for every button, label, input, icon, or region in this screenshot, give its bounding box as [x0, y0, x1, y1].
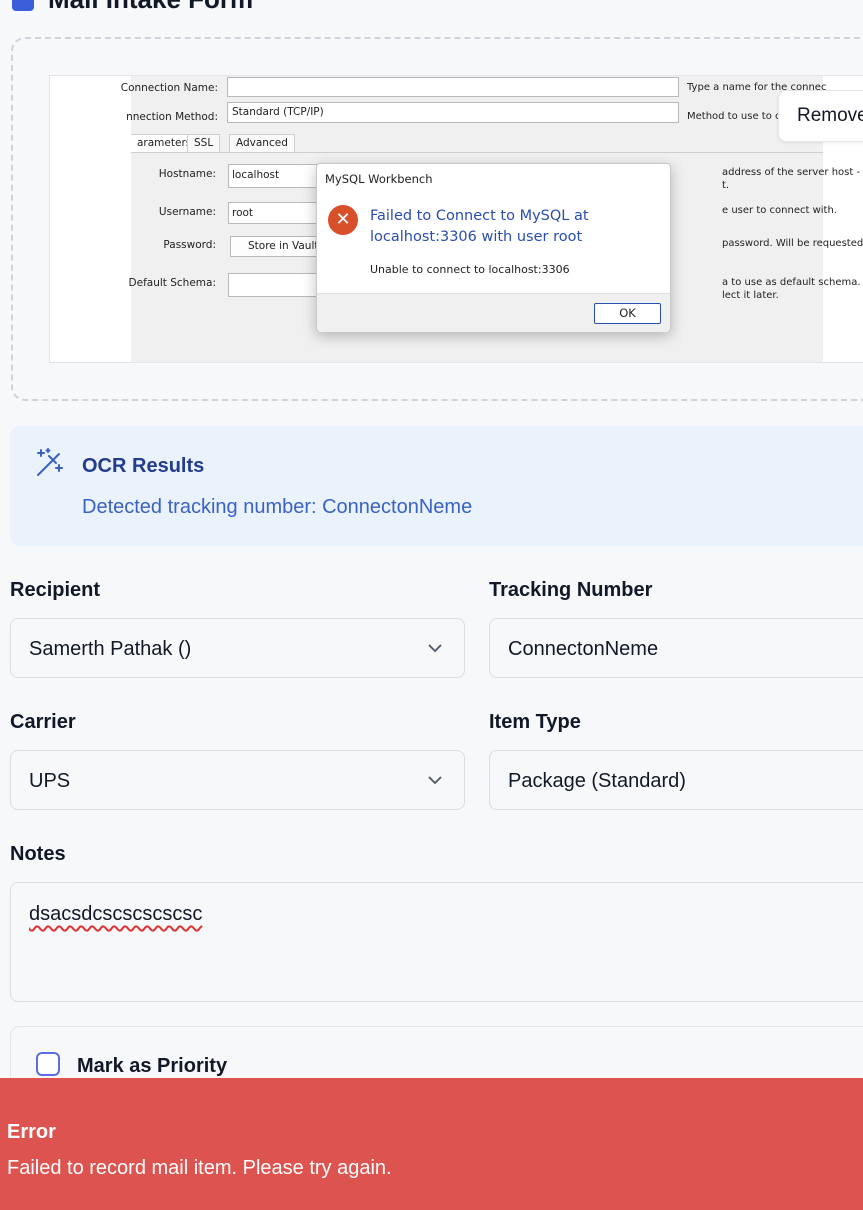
- ss-hostname-value: localhost: [232, 169, 280, 181]
- tracking-number-value: ConnectonNeme: [508, 638, 659, 660]
- ss-connection-method-select: Standard (TCP/IP): [227, 102, 679, 123]
- ss-hostname-box: localhost: [228, 164, 328, 188]
- page-title: Mail Intake Form: [48, 0, 253, 15]
- ss-dialog-title: MySQL Workbench: [325, 172, 433, 186]
- ocr-results-panel: OCR Results Detected tracking number: Co…: [10, 426, 863, 546]
- ss-hint-host-2: t.: [722, 180, 730, 191]
- ocr-heading: OCR Results: [82, 455, 205, 477]
- error-x-icon: ✕: [328, 205, 358, 235]
- error-toast-title: Error: [7, 1121, 56, 1143]
- ss-password-label: Password:: [163, 239, 216, 251]
- ss-hint-pass: password. Will be requested la: [722, 238, 863, 249]
- item-type-select[interactable]: Package (Standard): [489, 750, 863, 810]
- recipient-value: Samerth Pathak (): [29, 638, 192, 660]
- ss-store-vault-button: Store in Vault: [230, 236, 328, 257]
- recipient-select[interactable]: Samerth Pathak (): [10, 618, 465, 678]
- item-type-value: Package (Standard): [508, 770, 686, 792]
- ss-store-vault-label: Store in Vault: [248, 240, 319, 252]
- ss-dialog-message: Failed to Connect to MySQL at localhost:…: [370, 208, 589, 245]
- ss-hint-schema-1: a to use as default schema. Lea: [722, 277, 863, 288]
- magic-wand-icon: [37, 448, 63, 476]
- form-checkbox-icon: [12, 0, 34, 11]
- notes-textarea[interactable]: dsacsdcscscscscsc: [10, 882, 863, 1002]
- ss-hint-schema-2: lect it later.: [722, 290, 779, 301]
- ss-hint-user: e user to connect with.: [722, 205, 837, 216]
- recipient-label: Recipient: [10, 579, 101, 601]
- ss-tab-advanced: Advanced: [229, 134, 295, 152]
- ss-tab-ssl: SSL: [187, 134, 221, 152]
- ocr-result-text: Detected tracking number: ConnectonNeme: [82, 496, 473, 518]
- priority-label[interactable]: Mark as Priority: [77, 1055, 227, 1078]
- ss-dialog-detail: Unable to connect to localhost:3306: [370, 263, 570, 276]
- ss-username-label: Username:: [158, 206, 216, 218]
- ss-dialog-footer: OK: [317, 293, 670, 332]
- error-toast: Error Failed to record mail item. Please…: [0, 1078, 863, 1210]
- ss-default-schema-box: [228, 273, 328, 297]
- notes-value: dsacsdcscscscscsc: [29, 903, 203, 925]
- remove-image-button[interactable]: Remove: [778, 90, 863, 142]
- ss-error-dialog: MySQL Workbench ✕ Failed to Connect to M…: [316, 163, 671, 332]
- tracking-number-label: Tracking Number: [489, 579, 653, 601]
- ss-default-schema-label: Default Schema:: [128, 277, 216, 289]
- ss-connection-name-label: Connection Name:: [120, 82, 218, 94]
- item-type-label: Item Type: [489, 711, 581, 733]
- ss-username-box: root: [228, 202, 328, 224]
- ss-username-value: root: [232, 207, 254, 219]
- notes-label: Notes: [10, 843, 66, 865]
- chevron-down-icon: [428, 776, 442, 785]
- ss-connection-name-box: [227, 77, 679, 97]
- ss-hostname-label: Hostname:: [158, 168, 216, 180]
- ss-connection-method-value: Standard (TCP/IP): [232, 106, 324, 118]
- ss-connection-method-label: nnection Method:: [126, 111, 218, 123]
- priority-checkbox[interactable]: [36, 1052, 60, 1076]
- carrier-value: UPS: [29, 770, 71, 792]
- chevron-down-icon: [428, 644, 442, 653]
- ss-hint-host-1: address of the server host - a: [722, 167, 863, 178]
- carrier-select[interactable]: UPS: [10, 750, 465, 810]
- carrier-label: Carrier: [10, 711, 76, 733]
- ss-dialog-ok-button: OK: [594, 303, 661, 324]
- form-header: Mail Intake Form: [12, 0, 253, 15]
- tracking-number-input[interactable]: ConnectonNeme: [489, 618, 863, 678]
- error-toast-message: Failed to record mail item. Please try a…: [7, 1157, 392, 1179]
